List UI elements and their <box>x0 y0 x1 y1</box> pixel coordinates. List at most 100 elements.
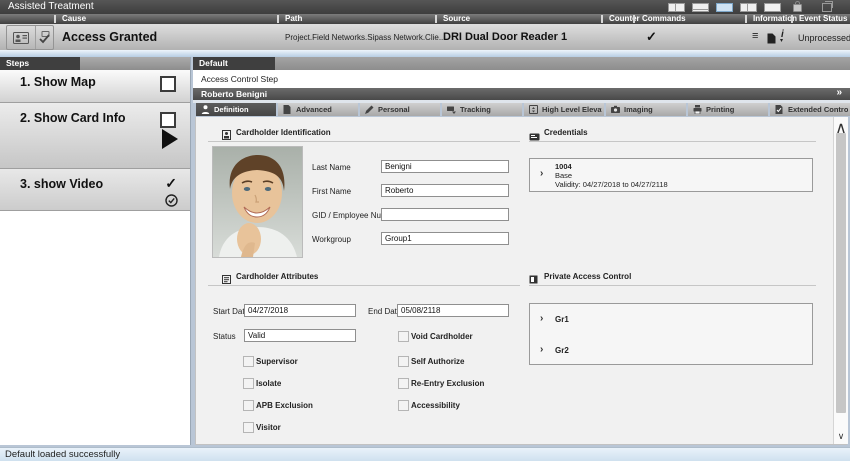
access-group-gr2[interactable]: Gr2 <box>555 346 569 355</box>
details-list-icon[interactable]: ≡ <box>752 30 758 42</box>
void-cardholder-label: Void Cardholder <box>411 332 473 341</box>
gid-input[interactable] <box>381 208 509 221</box>
step-type-row: Access Control Step <box>193 70 850 89</box>
event-type-button[interactable] <box>6 25 54 50</box>
self-authorize-checkbox[interactable] <box>398 356 409 367</box>
step-item-show-map[interactable]: 1. Show Map <box>0 70 190 103</box>
column-commands: Commands <box>642 14 686 23</box>
command-check-icon[interactable]: ✓ <box>646 29 657 45</box>
first-name-input[interactable] <box>381 184 509 197</box>
card-check-icon <box>36 26 53 49</box>
step-label: 3. show Video <box>20 177 103 191</box>
title-bar: Assisted Treatment <box>0 0 850 14</box>
column-separator <box>791 15 793 23</box>
steps-panel: Steps 1. Show Map 2. Show Card Info 3. s… <box>0 57 191 445</box>
layout-blank-icon[interactable] <box>764 3 781 12</box>
section-rule <box>208 285 520 286</box>
tab-high-level-elevator[interactable]: High Level Elevator <box>524 103 604 116</box>
lock-icon[interactable] <box>793 4 802 12</box>
layout-bottom-icon[interactable] <box>692 3 709 12</box>
completed-circle-check-icon <box>165 194 178 212</box>
layout-single-active-icon[interactable] <box>716 3 733 12</box>
document-tab-default[interactable]: Default <box>193 57 275 70</box>
column-path: Path <box>285 14 302 23</box>
tab-imaging[interactable]: Imaging <box>606 103 686 116</box>
self-authorize-label: Self Authorize <box>411 357 464 366</box>
credential-validity: Validity: 04/27/2018 to 04/27/2118 <box>555 180 668 189</box>
status-bar: Default loaded successfully <box>0 447 850 461</box>
expand-chevron-icon[interactable]: » <box>836 87 842 98</box>
cardholder-photo <box>212 146 303 258</box>
step-label: 2. Show Card Info <box>20 111 126 125</box>
step-item-show-video[interactable]: 3. show Video ✓ <box>0 169 190 211</box>
section-rule <box>208 141 520 142</box>
document-tabstrip: Default <box>193 57 850 70</box>
scroll-down-icon[interactable]: ∨ <box>834 431 848 443</box>
pencil-icon <box>365 105 374 116</box>
id-card-icon <box>7 26 36 49</box>
steps-panel-tab[interactable]: Steps <box>0 57 80 70</box>
visitor-label: Visitor <box>256 423 281 432</box>
layout-split-icon[interactable] <box>668 3 685 12</box>
event-path: Project.Field Networks.Sipass Network.Cl… <box>285 33 446 42</box>
tab-extended-control[interactable]: Extended Control <box>770 103 850 116</box>
visitor-checkbox[interactable] <box>243 422 254 433</box>
document-check-icon <box>775 105 783 116</box>
step-item-show-card-info[interactable]: 2. Show Card Info <box>0 103 190 169</box>
section-title-credentials: Credentials <box>544 128 588 137</box>
section-title-private-access: Private Access Control <box>544 272 631 281</box>
scrollbar-thumb[interactable] <box>836 133 846 413</box>
scroll-up-icon[interactable]: ∧ <box>834 118 848 130</box>
access-group-gr1[interactable]: Gr1 <box>555 315 569 324</box>
credential-card[interactable]: › 1004 Base Validity: 04/27/2018 to 04/2… <box>529 158 813 192</box>
event-source: DRI Dual Door Reader 1 <box>443 31 567 43</box>
last-name-label: Last Name <box>312 163 351 172</box>
accessibility-checkbox[interactable] <box>398 400 409 411</box>
event-cause: Access Granted <box>62 30 157 44</box>
column-separator <box>435 15 437 23</box>
column-separator <box>745 15 747 23</box>
layout-columns-icon[interactable] <box>740 3 757 12</box>
cardholder-attributes-icon <box>222 271 231 289</box>
step-checkbox-unchecked[interactable] <box>160 76 176 92</box>
tab-printing[interactable]: Printing <box>688 103 768 116</box>
column-counter: Counter <box>609 14 640 23</box>
restore-window-icon[interactable] <box>822 3 832 12</box>
column-event-status: Event Status <box>799 14 847 23</box>
tab-personal[interactable]: Personal <box>360 103 440 116</box>
isolate-checkbox[interactable] <box>243 378 254 389</box>
column-separator <box>54 15 56 23</box>
supervisor-checkbox[interactable] <box>243 356 254 367</box>
expand-chevron-icon[interactable]: › <box>540 168 543 179</box>
start-date-input[interactable] <box>244 304 356 317</box>
void-cardholder-checkbox[interactable] <box>398 331 409 342</box>
information-dropdown-icon[interactable]: ▾ <box>780 37 783 44</box>
apb-exclusion-label: APB Exclusion <box>256 401 313 410</box>
credential-number: 1004 <box>555 162 668 171</box>
person-icon <box>201 105 210 116</box>
status-input[interactable] <box>244 329 356 342</box>
private-access-box: › Gr1 › Gr2 <box>529 303 813 365</box>
re-entry-exclusion-label: Re-Entry Exclusion <box>411 379 484 388</box>
vertical-scrollbar[interactable]: ∧ ∨ <box>833 117 848 444</box>
tab-definition[interactable]: Definition <box>196 103 276 116</box>
column-cause: Cause <box>62 14 86 23</box>
tab-advanced[interactable]: Advanced <box>278 103 358 116</box>
step-checkbox-unchecked[interactable] <box>160 112 176 128</box>
event-row[interactable]: Access Granted Project.Field Networks.Si… <box>0 24 850 50</box>
re-entry-exclusion-checkbox[interactable] <box>398 378 409 389</box>
last-name-input[interactable] <box>381 160 509 173</box>
tab-tracking[interactable]: Tracking <box>442 103 522 116</box>
expand-chevron-icon[interactable]: › <box>540 313 543 324</box>
cardholder-identification-icon <box>222 127 231 145</box>
workgroup-label: Workgroup <box>312 235 351 244</box>
end-date-input[interactable] <box>397 304 509 317</box>
document-icon <box>283 105 291 116</box>
play-icon[interactable] <box>162 129 178 149</box>
apb-exclusion-checkbox[interactable] <box>243 400 254 411</box>
expand-chevron-icon[interactable]: › <box>540 344 543 355</box>
window-title: Assisted Treatment <box>8 1 94 12</box>
workgroup-input[interactable] <box>381 232 509 245</box>
column-source: Source <box>443 14 470 23</box>
document-icon[interactable] <box>767 31 776 49</box>
